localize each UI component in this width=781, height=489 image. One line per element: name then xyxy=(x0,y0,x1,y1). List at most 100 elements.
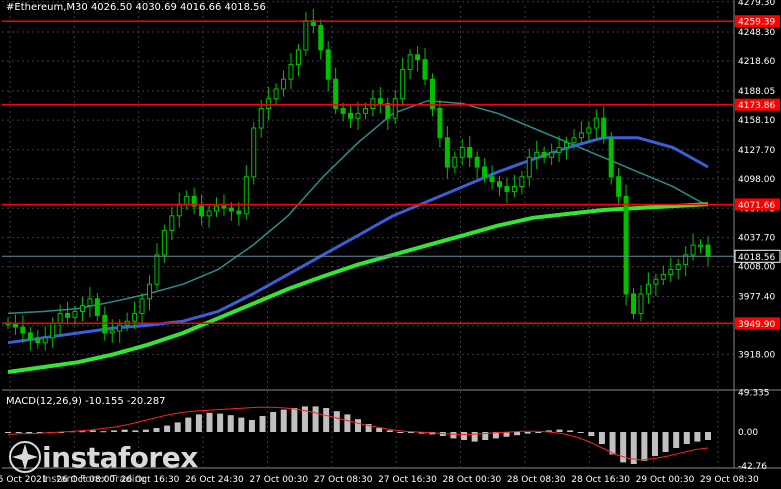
candle-body xyxy=(668,269,674,275)
moving-average-line-3 xyxy=(7,202,709,374)
macd-histogram-bar xyxy=(195,414,202,432)
macd-histogram-bar xyxy=(206,412,213,432)
logo-tagline: Instant Forex Trading xyxy=(42,474,148,485)
macd-histogram-bar xyxy=(153,428,160,432)
x-tick-label: 29 Oct 08:30 xyxy=(700,475,759,485)
candle-body xyxy=(392,98,398,119)
candle-body xyxy=(616,176,622,197)
price-level-label: 3949.90 xyxy=(738,320,775,330)
candle-body xyxy=(504,186,510,192)
candle-body xyxy=(79,305,85,312)
candle-body xyxy=(295,49,301,66)
x-tick-label: 25 Oct 2021 xyxy=(0,475,48,485)
macd-histogram-bar xyxy=(79,431,86,433)
macd-histogram-bar xyxy=(609,432,616,455)
candle-body xyxy=(415,54,421,61)
macd-histogram-bar xyxy=(248,420,255,432)
macd-histogram-bar xyxy=(227,415,234,432)
candle-body xyxy=(698,244,704,248)
instaforex-logo-icon xyxy=(9,441,41,473)
macd-histogram-bar xyxy=(5,432,11,433)
macd-histogram-bar xyxy=(270,412,277,432)
candle-body xyxy=(690,244,696,256)
candle-body xyxy=(437,107,443,139)
candle-body xyxy=(474,156,480,168)
macd-histogram-bar xyxy=(705,432,711,440)
candle-body xyxy=(266,98,272,109)
candle-body xyxy=(385,103,391,119)
candle-body xyxy=(467,147,473,158)
chart-window[interactable]: 4279.30 4248.30 4218.60 4188.05 4158.10 4127.… xyxy=(0,0,781,489)
y-tick-label: 4127.70 xyxy=(738,146,775,156)
macd-histogram-bar xyxy=(641,432,648,461)
macd-y-tick-label: 49.335 xyxy=(738,389,770,399)
macd-histogram-bar xyxy=(471,432,478,442)
macd-histogram-bar xyxy=(397,432,404,433)
y-tick-label: 4248.30 xyxy=(738,28,775,38)
candle-body xyxy=(221,205,227,209)
candle-body xyxy=(705,244,711,257)
macd-histogram-bar xyxy=(111,430,118,432)
moving-average-line-2 xyxy=(7,136,709,345)
candle-body xyxy=(251,127,257,178)
macd-histogram-bar xyxy=(217,413,224,432)
candle-body xyxy=(534,151,540,158)
candle-body xyxy=(526,156,532,178)
candle-body xyxy=(35,338,41,344)
candle-body xyxy=(362,107,368,114)
macd-histogram-bar xyxy=(142,429,149,432)
candle-body xyxy=(176,203,182,217)
candle-body xyxy=(511,186,517,192)
candle-body xyxy=(482,166,488,178)
candle-body xyxy=(608,137,614,178)
macd-histogram-bar xyxy=(535,432,542,433)
candle-body xyxy=(645,283,651,295)
candle-body xyxy=(281,78,287,90)
candle-body xyxy=(452,156,458,168)
macd-histogram-bar xyxy=(312,406,319,432)
candle-body xyxy=(258,107,264,129)
candle-body xyxy=(549,151,555,158)
macd-histogram-bar xyxy=(291,408,298,432)
macd-histogram-bar xyxy=(588,432,595,436)
candle-body xyxy=(578,132,584,139)
price-chart[interactable]: 4279.30 4248.30 4218.60 4188.05 4158.10 4127.… xyxy=(0,0,781,489)
candle-body xyxy=(489,176,495,183)
candle-body xyxy=(444,137,450,168)
candle-body xyxy=(50,322,56,339)
candle-body xyxy=(340,107,346,114)
candle-body xyxy=(65,312,71,318)
y-tick-label: 4188.05 xyxy=(738,87,775,97)
candle-body xyxy=(593,117,599,129)
macd-histogram-bar xyxy=(89,430,96,432)
candle-body xyxy=(184,195,190,205)
x-tick-label: 28 Oct 00:30 xyxy=(443,475,502,485)
candle-body xyxy=(496,181,502,188)
candle-body xyxy=(355,112,361,119)
macd-histogram-bar xyxy=(15,432,22,433)
macd-histogram-bar xyxy=(556,429,563,432)
x-tick-label: 26 Oct 24:30 xyxy=(185,475,244,485)
candle-body xyxy=(94,298,100,316)
price-level-label: 4259.39 xyxy=(738,18,775,28)
candle-body xyxy=(377,98,383,105)
candle-body xyxy=(57,312,63,324)
macd-histogram-bar xyxy=(651,432,658,456)
macd-histogram-bar xyxy=(673,432,680,448)
x-tick-label: 28 Oct 08:30 xyxy=(507,475,566,485)
candle-body xyxy=(631,293,637,314)
candle-body xyxy=(541,151,547,158)
macd-histogram-bar xyxy=(100,431,107,433)
candle-body xyxy=(556,147,562,153)
macd-histogram-bar xyxy=(344,414,351,432)
macd-histogram-bar xyxy=(386,430,393,432)
y-tick-label: 4098.00 xyxy=(738,175,775,185)
x-tick-label: 29 Oct 00:30 xyxy=(636,475,695,485)
y-tick-label: 4218.60 xyxy=(738,57,775,67)
macd-histogram-bar xyxy=(185,417,192,432)
y-tick-label: 4158.10 xyxy=(738,116,775,126)
candle-body xyxy=(102,314,108,334)
macd-histogram-bar xyxy=(662,432,669,452)
candle-body xyxy=(459,147,465,158)
candle-body xyxy=(407,54,413,70)
